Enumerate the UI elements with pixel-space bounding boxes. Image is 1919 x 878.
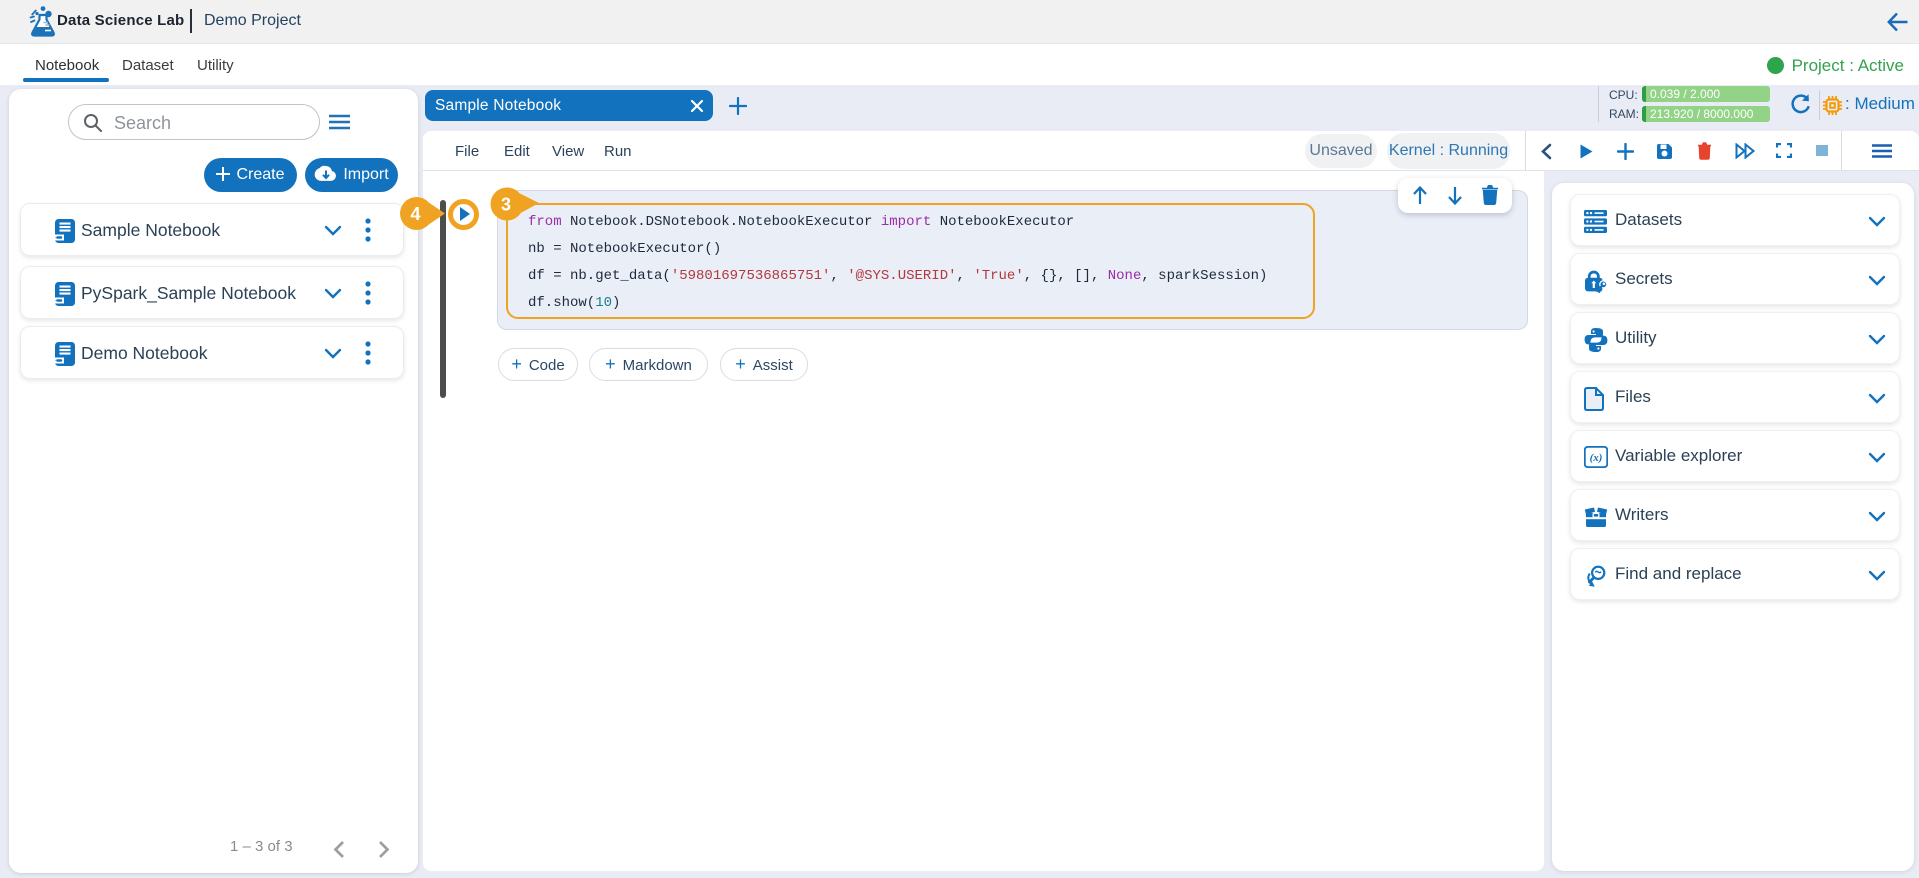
svg-text:(x): (x) [1590, 452, 1603, 464]
svg-text:4: 4 [410, 204, 420, 224]
svg-text:3: 3 [501, 195, 511, 215]
